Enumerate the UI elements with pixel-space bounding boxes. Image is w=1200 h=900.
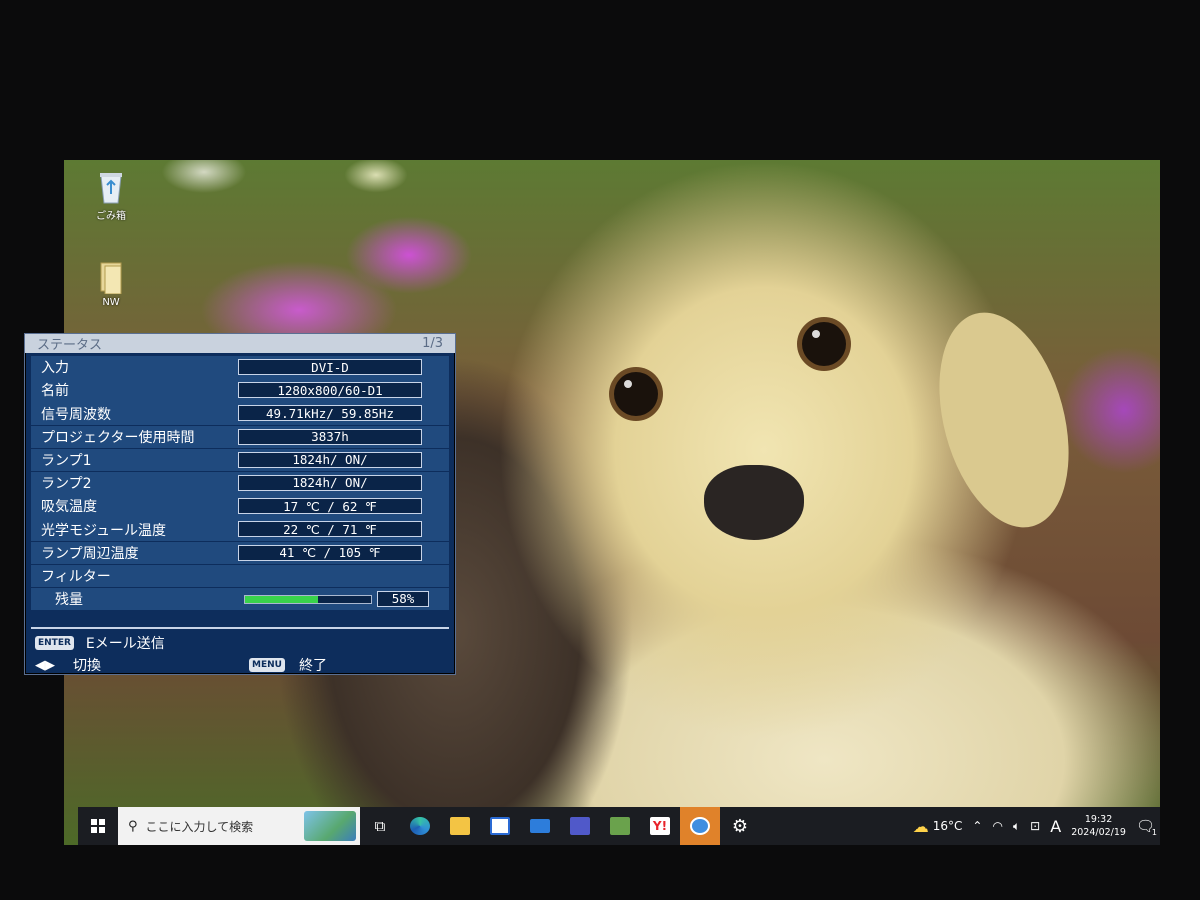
taskbar-app-pc[interactable]	[600, 807, 640, 845]
taskbar-clock[interactable]: 19:32 2024/02/19	[1071, 813, 1126, 839]
speaker-icon[interactable]: 🔈︎	[1013, 819, 1020, 834]
wifi-icon[interactable]: ◠	[992, 819, 1002, 833]
meet-now-icon[interactable]: ⊡	[1030, 819, 1040, 833]
osd-footer-nav: ◀▶ 切換 MENU 終了	[35, 655, 447, 675]
status-row-intake-temperature: 吸気温度 17 ℃ / 62 ℉	[31, 495, 449, 518]
filter-remaining-bar	[244, 594, 372, 604]
search-highlight-image	[304, 811, 356, 841]
taskbar: ⚲ ここに入力して検索 ⧉ Y! ⚙ ☁ 16°C ⌃ ◠ 🔈︎ ⊡ A 19:…	[78, 807, 1160, 845]
osd-footer-enter: ENTER Eメール送信	[35, 633, 447, 653]
status-label: 残量	[55, 592, 83, 609]
start-button[interactable]	[78, 807, 118, 845]
filter-remaining-fill	[245, 595, 319, 603]
teams-icon	[570, 817, 590, 835]
ime-mode-indicator[interactable]: A	[1050, 817, 1061, 836]
desktop-icon-nw[interactable]: NW	[81, 260, 141, 308]
switch-action-label: 切換	[73, 658, 101, 674]
status-label: ランプ2	[41, 476, 92, 493]
weather-widget[interactable]: ☁ 16°C	[913, 817, 963, 836]
status-row-lamp-area-temperature: ランプ周辺温度 41 ℃ / 105 ℉	[31, 541, 449, 565]
status-row-filter: フィルター	[31, 564, 449, 588]
status-value: 41 ℃ / 105 ℉	[238, 544, 422, 561]
status-value: 3837h	[238, 428, 422, 445]
left-right-arrows-icon: ◀▶	[35, 657, 55, 673]
status-value: 49.71kHz/ 59.85Hz	[238, 405, 422, 422]
puppy-eye-left	[614, 372, 658, 416]
notification-center-button[interactable]: 🗨︎ 1	[1136, 817, 1157, 837]
status-row-lamp1: ランプ1 1824h/ ON/	[31, 448, 449, 472]
taskbar-app-browser-active[interactable]	[680, 807, 720, 845]
taskbar-app-file-explorer[interactable]	[440, 807, 480, 845]
edge-icon	[410, 817, 430, 835]
search-icon: ⚲	[128, 818, 138, 834]
status-value: 22 ℃ / 71 ℉	[238, 521, 422, 538]
osd-titlebar: ステータス 1/3	[25, 334, 455, 353]
osd-page-indicator: 1/3	[422, 336, 443, 351]
status-label: 名前	[41, 383, 69, 400]
status-label: ランプ周辺温度	[41, 545, 139, 562]
task-view-icon: ⧉	[374, 817, 386, 835]
yahoo-icon: Y!	[650, 817, 670, 835]
task-view-button[interactable]: ⧉	[360, 807, 400, 845]
enter-action-label: Eメール送信	[85, 636, 165, 652]
status-value: 1280x800/60-D1	[238, 382, 422, 399]
osd-status-list: 入力 DVI-D 名前 1280x800/60-D1 信号周波数 49.71kH…	[25, 353, 455, 611]
notification-count: 1	[1151, 828, 1157, 837]
windows-logo-icon	[91, 819, 105, 833]
status-label: プロジェクター使用時間	[41, 429, 195, 446]
folder-icon	[100, 262, 122, 294]
menu-key-icon: MENU	[249, 658, 285, 672]
store-icon	[490, 817, 510, 835]
taskbar-app-settings[interactable]: ⚙	[720, 807, 760, 845]
cloudy-weather-icon: ☁	[912, 816, 929, 836]
weather-temperature: 16°C	[932, 819, 963, 833]
taskbar-app-store[interactable]	[480, 807, 520, 845]
taskbar-app-teams[interactable]	[560, 807, 600, 845]
puppy-eye-right	[802, 322, 846, 366]
status-label: 吸気温度	[41, 499, 97, 516]
status-row-input: 入力 DVI-D	[31, 356, 449, 379]
status-row-name: 名前 1280x800/60-D1	[31, 379, 449, 402]
status-label: フィルター	[41, 568, 111, 585]
mail-icon	[530, 819, 550, 833]
filter-remaining-value: 58%	[377, 590, 429, 607]
status-row-filter-remaining: 残量 58%	[31, 587, 449, 611]
projector-status-menu: ステータス 1/3 入力 DVI-D 名前 1280x800/60-D1 信号周…	[24, 333, 456, 675]
puppy-ear	[917, 298, 1091, 542]
taskbar-app-mail[interactable]	[520, 807, 560, 845]
status-row-lamp2: ランプ2 1824h/ ON/	[31, 471, 449, 495]
status-value: DVI-D	[238, 359, 422, 375]
status-label: 光学モジュール温度	[41, 522, 167, 539]
file-explorer-icon	[450, 817, 470, 835]
status-label: ランプ1	[41, 453, 92, 470]
status-value: 1824h/ ON/	[238, 474, 422, 491]
settings-icon: ⚙	[731, 815, 749, 837]
taskbar-app-yahoo[interactable]: Y!	[640, 807, 680, 845]
status-label: 信号周波数	[41, 406, 111, 423]
clock-date: 2024/02/19	[1071, 827, 1126, 838]
pc-app-icon	[610, 817, 630, 835]
clock-time: 19:32	[1084, 814, 1113, 825]
exit-action-label: 終了	[298, 658, 327, 674]
system-tray: ☁ 16°C ⌃ ◠ 🔈︎ ⊡ A 19:32 2024/02/19 🗨︎ 1	[908, 807, 1160, 845]
status-row-signal-frequency: 信号周波数 49.71kHz/ 59.85Hz	[31, 402, 449, 425]
chevron-up-icon[interactable]: ⌃	[972, 819, 982, 833]
osd-divider	[31, 627, 449, 629]
taskbar-app-edge[interactable]	[400, 807, 440, 845]
osd-title: ステータス	[37, 338, 103, 353]
status-label: 入力	[41, 360, 69, 377]
status-row-optical-module-temperature: 光学モジュール温度 22 ℃ / 71 ℉	[31, 518, 449, 541]
status-value: 1824h/ ON/	[238, 451, 422, 468]
desktop-icon-label: ごみ箱	[96, 211, 126, 222]
enter-key-icon: ENTER	[35, 636, 74, 650]
search-placeholder: ここに入力して検索	[145, 819, 254, 834]
desktop-icon-recycle-bin[interactable]: ごみ箱	[81, 170, 141, 222]
desktop-icon-label: NW	[102, 297, 120, 308]
status-value: 17 ℃ / 62 ℉	[238, 498, 422, 515]
taskbar-search-box[interactable]: ⚲ ここに入力して検索	[118, 807, 360, 845]
browser-app-icon	[690, 817, 710, 835]
recycle-bin-icon	[100, 173, 122, 204]
puppy-nose	[704, 465, 804, 540]
status-row-projector-hours: プロジェクター使用時間 3837h	[31, 425, 449, 449]
